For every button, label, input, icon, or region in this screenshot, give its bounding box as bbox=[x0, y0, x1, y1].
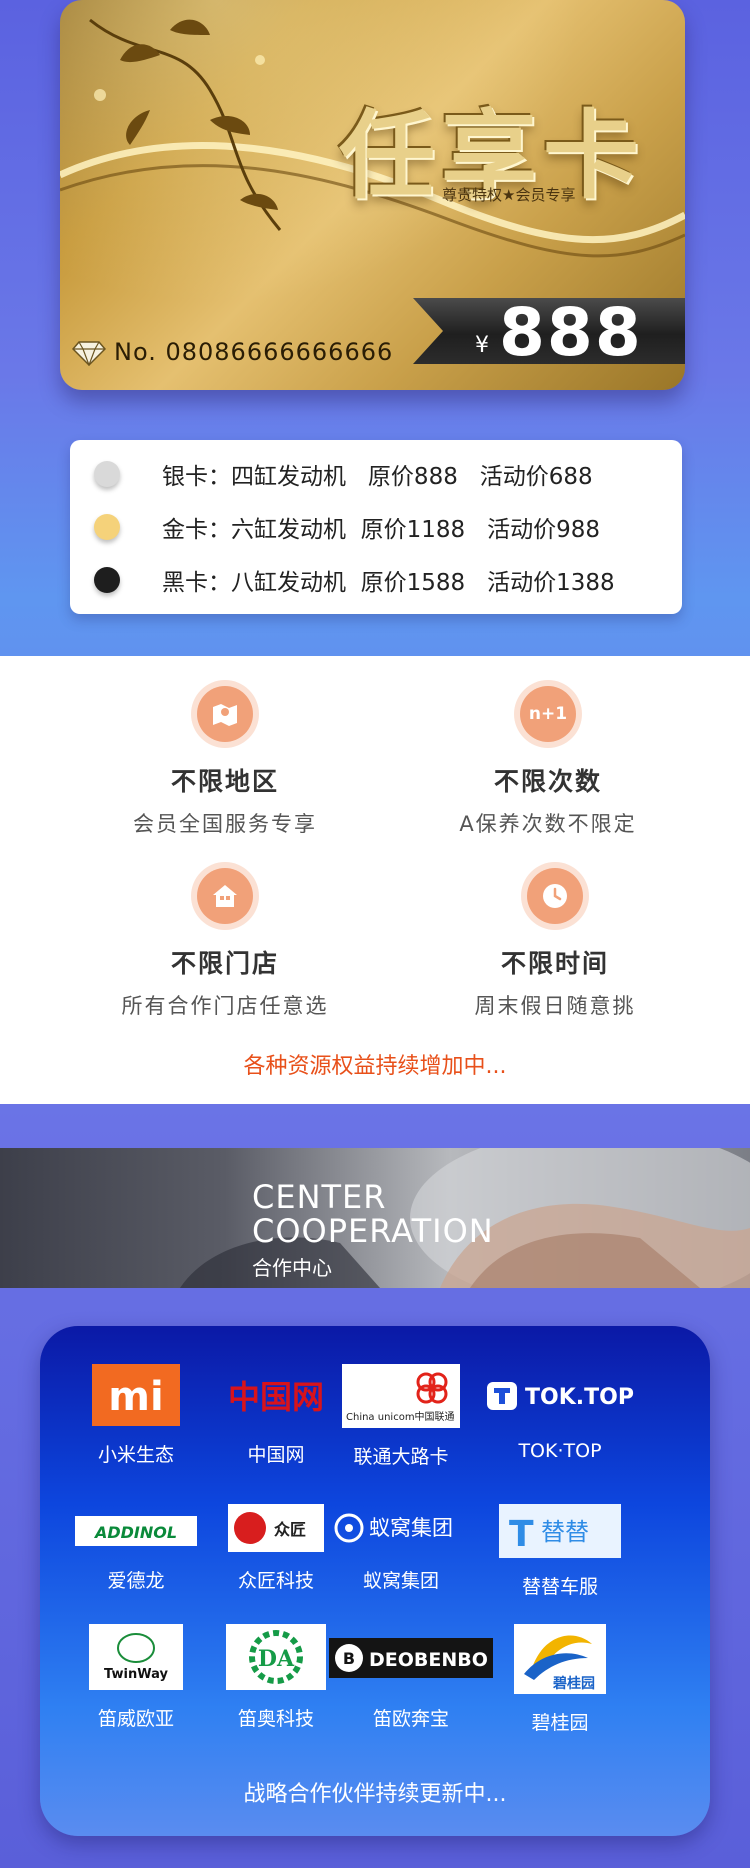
partners-footer: 战略合作伙伴持续更新中... bbox=[243, 1782, 507, 1807]
n-plus-one-icon: n+1 bbox=[520, 686, 576, 742]
china-unicom-logo-text: China unicom中国联通 bbox=[346, 1410, 455, 1423]
partner-name: 笛欧奔宝 bbox=[372, 1708, 449, 1730]
partner-name: 替替车服 bbox=[521, 1576, 598, 1598]
partner-name: 蚁窝集团 bbox=[362, 1570, 439, 1592]
partner-addinol[interactable]: ADDINOL 爱德龙 bbox=[61, 1504, 211, 1593]
partner-country-garden[interactable]: 碧桂园 碧桂园 bbox=[480, 1624, 640, 1735]
titi-logo-text: 替替 bbox=[541, 1518, 589, 1546]
tier-row-silver: 银卡：四缸发动机 原价888 活动价688 bbox=[70, 448, 682, 500]
da-logo-text: DA bbox=[258, 1646, 295, 1672]
tier-label: 金卡：六缸发动机 原价1188 活动价988 bbox=[162, 517, 600, 543]
twinway-logo-text: TwinWay bbox=[104, 1667, 168, 1682]
banner-title-line2: COOPERATION bbox=[252, 1212, 494, 1250]
deobenbo-logo-text: DEOBENBO bbox=[369, 1649, 488, 1671]
benefit-title: 不限地区 bbox=[170, 767, 279, 796]
benefit-title: 不限次数 bbox=[493, 767, 602, 796]
deobenbo-logo: B DEOBENBO bbox=[329, 1638, 493, 1678]
cooperation-banner: CENTER COOPERATION 合作中心 bbox=[0, 1148, 750, 1288]
ant-family-logo: 蚁窝集团 bbox=[334, 1513, 453, 1543]
silver-dot-icon bbox=[94, 461, 120, 487]
partner-ant-family[interactable]: 蚁窝集团 蚁窝集团 bbox=[326, 1504, 476, 1593]
tier-label: 黑卡：八缸发动机 原价1588 活动价1388 bbox=[162, 570, 615, 596]
partner-name: 小米生态 bbox=[97, 1444, 174, 1466]
twinway-logo: TwinWay bbox=[89, 1624, 183, 1690]
partner-name: TOK·TOP bbox=[518, 1440, 602, 1462]
country-garden-logo: 碧桂园 bbox=[514, 1624, 606, 1694]
benefit-title: 不限时间 bbox=[500, 949, 609, 978]
n-plus-one-icon-text: n+1 bbox=[528, 704, 568, 724]
mi-logo-text: mi bbox=[108, 1374, 163, 1420]
map-icon bbox=[197, 686, 253, 742]
partner-name: 碧桂园 bbox=[531, 1712, 589, 1734]
clock-icon bbox=[527, 868, 583, 924]
black-dot-icon bbox=[94, 567, 120, 593]
price-symbol: ¥ bbox=[475, 333, 489, 358]
tier-list: 银卡：四缸发动机 原价888 活动价688 金卡：六缸发动机 原价1188 活动… bbox=[70, 440, 682, 614]
tier-row-black: 黑卡：八缸发动机 原价1588 活动价1388 bbox=[70, 554, 682, 606]
benefit-title: 不限门店 bbox=[170, 949, 279, 978]
partner-name: 笛威欧亚 bbox=[97, 1708, 174, 1730]
benefit-store: 不限门店 所有合作门店任意选 bbox=[75, 868, 375, 1020]
partner-twinway[interactable]: TwinWay 笛威欧亚 bbox=[61, 1624, 211, 1731]
benefit-desc: A保养次数不限定 bbox=[459, 812, 637, 836]
partner-xiaomi[interactable]: mi 小米生态 bbox=[61, 1364, 211, 1467]
country-garden-logo-text: 碧桂园 bbox=[552, 1675, 595, 1692]
membership-card: 任享卡 尊贵特权★会员专享 ¥ 888 No. 08086666666666 bbox=[60, 0, 685, 390]
zhongjiang-logo-text: 众匠 bbox=[274, 1520, 306, 1539]
zhongjiang-logo: 众匠 bbox=[228, 1504, 324, 1552]
ant-family-logo-text: 蚁窝集团 bbox=[369, 1516, 453, 1540]
tier-label: 银卡：四缸发动机 原价888 活动价688 bbox=[162, 464, 593, 490]
benefit-region: 不限地区 会员全国服务专享 bbox=[75, 686, 375, 838]
partner-deobenbo[interactable]: B DEOBENBO 笛欧奔宝 bbox=[326, 1624, 496, 1731]
titi-logo: T 替替 bbox=[499, 1504, 621, 1558]
svg-text:B: B bbox=[343, 1649, 355, 1668]
china-net-logo-text: 中国网 bbox=[228, 1378, 324, 1416]
china-net-logo: 中国网 bbox=[228, 1378, 324, 1416]
china-unicom-logo: China unicom中国联通 bbox=[342, 1364, 460, 1428]
price-value: 888 bbox=[499, 294, 643, 371]
mi-logo: mi bbox=[92, 1364, 180, 1426]
partner-china-unicom[interactable]: China unicom中国联通 联通大路卡 bbox=[326, 1364, 476, 1469]
partner-name: 联通大路卡 bbox=[353, 1446, 449, 1468]
card-number: No. 08086666666666 bbox=[114, 338, 394, 366]
benefit-time: 不限时间 周末假日随意挑 bbox=[405, 868, 705, 1020]
addinol-logo-text: ADDINOL bbox=[93, 1523, 177, 1542]
benefit-desc: 周末假日随意挑 bbox=[474, 994, 636, 1018]
price-tag: ¥ 888 bbox=[413, 298, 685, 364]
toktop-logo: TOK.TOP bbox=[487, 1382, 634, 1410]
benefit-desc: 会员全国服务专享 bbox=[133, 812, 317, 836]
benefit-desc: 所有合作门店任意选 bbox=[121, 994, 329, 1018]
partner-toktop[interactable]: TOK.TOP TOK·TOP bbox=[480, 1364, 640, 1462]
addinol-logo: ADDINOL bbox=[75, 1516, 197, 1546]
banner-title-line1: CENTER bbox=[252, 1178, 387, 1216]
banner-title-cn: 合作中心 bbox=[252, 1256, 332, 1280]
benefits-footer: 各种资源权益持续增加中... bbox=[243, 1054, 507, 1079]
partners-panel: mi 小米生态 中国网 中国网 China unicom中国联通 联通大路卡 T… bbox=[40, 1326, 710, 1836]
tier-row-gold: 金卡：六缸发动机 原价1188 活动价988 bbox=[70, 501, 682, 553]
benefit-times: n+1 不限次数 A保养次数不限定 bbox=[398, 686, 698, 838]
store-icon bbox=[197, 868, 253, 924]
partner-titi[interactable]: T 替替 替替车服 bbox=[480, 1504, 640, 1599]
svg-text:T: T bbox=[509, 1514, 534, 1555]
diamond-icon bbox=[72, 341, 106, 366]
gold-dot-icon bbox=[94, 514, 120, 540]
benefits-section: 不限地区 会员全国服务专享 n+1 不限次数 A保养次数不限定 不限门店 所有合… bbox=[0, 656, 750, 1104]
da-logo: DA bbox=[226, 1624, 326, 1690]
toktop-logo-text: TOK.TOP bbox=[525, 1385, 634, 1410]
partner-name: 爱德龙 bbox=[107, 1570, 165, 1592]
card-subtitle: 尊贵特权★会员专享 bbox=[442, 186, 576, 204]
